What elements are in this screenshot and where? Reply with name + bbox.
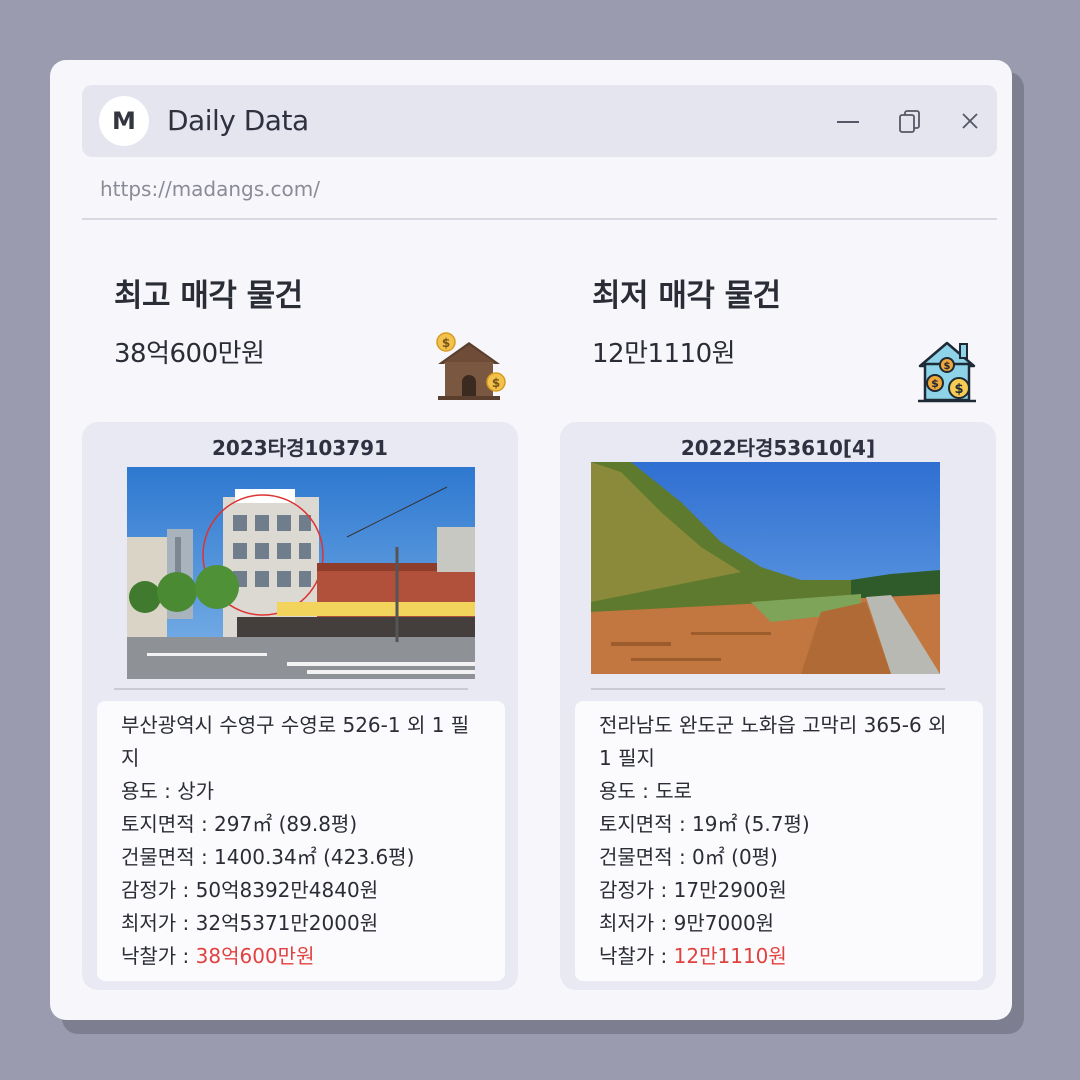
- case-number: 2022타경53610[4]: [680, 436, 876, 460]
- card-divider: [114, 688, 468, 690]
- url-text[interactable]: https://madangs.com/: [100, 177, 320, 201]
- close-button[interactable]: [954, 105, 986, 137]
- minimize-icon: [837, 121, 859, 123]
- house-coins-icon: $ $ $: [916, 338, 978, 408]
- app-window: M Daily Data https://madangs.com/ 최고 매각 …: [50, 60, 1012, 1020]
- property-appraisal: 감정가 : 17만2900원: [599, 878, 787, 902]
- property-winning-bid: 낙찰가 : 12만1110원: [599, 940, 983, 973]
- property-minimum-price: 최저가 : 9만7000원: [599, 911, 775, 935]
- property-address: 부산광역시 수영구 수영로 526-1 외 1 필지: [121, 713, 470, 770]
- winning-bid-label: 낙찰가 :: [599, 944, 674, 968]
- property-photo: [127, 467, 475, 679]
- property-land-area: 토지면적 : 19㎡ (5.7평): [599, 812, 810, 836]
- card-divider: [591, 688, 945, 690]
- property-land-area: 토지면적 : 297㎡ (89.8평): [121, 812, 358, 836]
- property-appraisal: 감정가 : 50억8392만4840원: [121, 878, 379, 902]
- property-minimum-price: 최저가 : 32억5371만2000원: [121, 911, 379, 935]
- property-building-area: 건물면적 : 0㎡ (0평): [599, 845, 778, 869]
- title-bar: M Daily Data: [82, 85, 997, 157]
- house-money-icon: $ $: [432, 332, 506, 408]
- property-address: 전라남도 완도군 노화읍 고막리 365-6 외 1 필지: [599, 713, 947, 770]
- close-icon: [962, 113, 978, 129]
- svg-text:$: $: [442, 336, 450, 350]
- minimize-button[interactable]: [832, 105, 864, 137]
- highest-price: 38억600만원: [114, 339, 265, 369]
- property-usage: 용도 : 도로: [599, 779, 693, 803]
- winning-bid-value: 38억600만원: [195, 944, 315, 968]
- lowest-price: 12만1110원: [592, 339, 736, 369]
- case-number: 2023타경103791: [212, 436, 388, 460]
- lowest-property-card[interactable]: 2022타경53610[4] 전라남도 완도군 노화읍 고막리 365-6 외 …: [560, 422, 996, 990]
- highest-header: 최고 매각 물건 38억600만원: [114, 270, 303, 370]
- property-winning-bid: 낙찰가 : 38억600만원: [121, 940, 505, 973]
- svg-text:$: $: [944, 361, 951, 372]
- copy-button[interactable]: [894, 105, 926, 137]
- svg-text:$: $: [492, 376, 500, 390]
- property-info: 부산광역시 수영구 수영로 526-1 외 1 필지 용도 : 상가 토지면적 …: [97, 701, 505, 981]
- header-divider: [82, 218, 997, 220]
- svg-text:$: $: [954, 382, 963, 397]
- highest-property-card[interactable]: 2023타경103791 부산광역시 수영구 수영로 526-1 외 1 필지 …: [82, 422, 518, 990]
- copy-icon: [899, 110, 920, 133]
- app-logo: M: [99, 96, 149, 146]
- lowest-header: 최저 매각 물건 12만1110원: [592, 270, 781, 370]
- winning-bid-value: 12만1110원: [673, 944, 787, 968]
- property-photo: [591, 462, 940, 674]
- property-info: 전라남도 완도군 노화읍 고막리 365-6 외 1 필지 용도 : 도로 토지…: [575, 701, 983, 981]
- highest-label: 최고 매각 물건: [114, 278, 303, 314]
- property-building-area: 건물면적 : 1400.34㎡ (423.6평): [121, 845, 415, 869]
- lowest-label: 최저 매각 물건: [592, 278, 781, 314]
- winning-bid-label: 낙찰가 :: [121, 944, 196, 968]
- app-title: Daily Data: [167, 104, 309, 137]
- property-usage: 용도 : 상가: [121, 779, 215, 803]
- svg-text:$: $: [931, 377, 939, 390]
